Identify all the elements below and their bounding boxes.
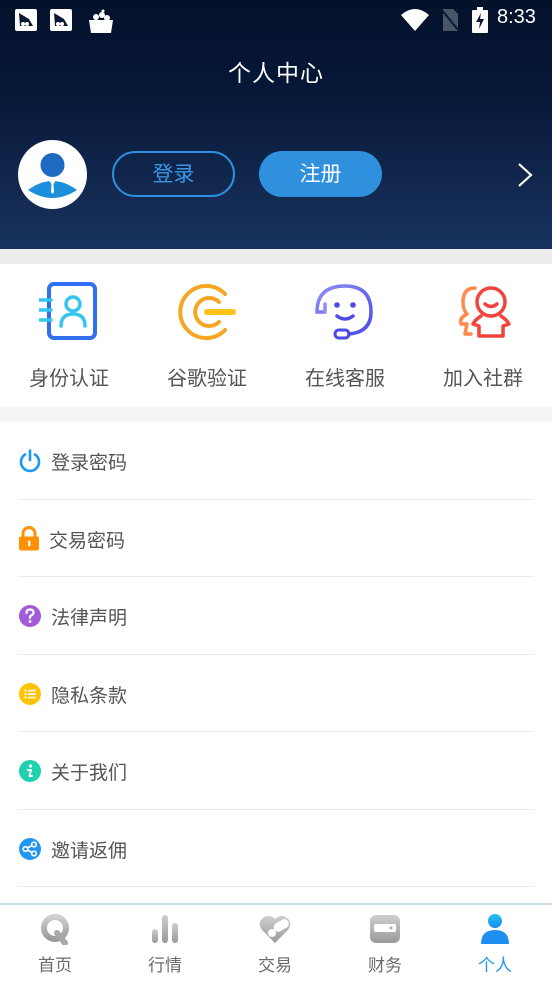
- tab-label: 财务: [368, 956, 402, 976]
- menu-item-label: 隐私条款: [51, 684, 128, 707]
- menu-item-label: 邀请返佣: [51, 839, 128, 862]
- quick-action-google-auth[interactable]: 谷歌验证: [138, 264, 276, 407]
- menu-item-label: 交易密码: [49, 529, 126, 552]
- tab-market[interactable]: 行情: [110, 905, 220, 981]
- section-divider: [0, 407, 552, 422]
- menu-item-privacy-terms[interactable]: 隐私条款: [18, 655, 534, 732]
- share-icon: [19, 837, 41, 860]
- quick-actions: 身份认证 谷歌验证 在线客服 加入社群: [0, 264, 552, 407]
- quick-action-community[interactable]: 加入社群: [414, 264, 552, 407]
- tab-label: 首页: [38, 956, 72, 976]
- menu-item-trade-password[interactable]: 交易密码: [18, 500, 534, 577]
- menu-item-label: 关于我们: [51, 762, 128, 784]
- quick-action-label: 在线客服: [305, 366, 385, 390]
- notification-basket-icon: [89, 9, 113, 33]
- header: 8:33 个人中心 登录 注册: [0, 0, 552, 249]
- section-divider: [0, 249, 552, 264]
- menu-item-label: 登录密码: [51, 452, 128, 474]
- notification-app-icon: [15, 9, 37, 31]
- chevron-right-icon[interactable]: [515, 161, 535, 189]
- tab-label: 个人: [478, 956, 512, 976]
- login-button[interactable]: 登录: [112, 151, 235, 197]
- chart-bars-icon: [152, 915, 178, 943]
- tab-label: 交易: [258, 956, 292, 976]
- menu-item-label: 法律声明: [51, 607, 128, 629]
- question-icon: [19, 605, 41, 627]
- notification-app-icon: [50, 9, 72, 31]
- tab-profile[interactable]: 个人: [440, 905, 550, 981]
- google-auth-icon: [178, 284, 236, 340]
- id-card-icon: [39, 282, 97, 340]
- menu-item-legal-notice[interactable]: 法律声明: [18, 577, 534, 655]
- tab-trade[interactable]: 交易: [220, 905, 330, 981]
- register-button[interactable]: 注册: [259, 151, 382, 197]
- menu-item-login-password[interactable]: 登录密码: [18, 422, 534, 500]
- bottom-tab-bar: 首页 行情 交易 财务 个人: [0, 903, 552, 981]
- home-q-icon: [41, 914, 69, 945]
- quick-action-label: 谷歌验证: [167, 366, 247, 390]
- info-icon: [19, 760, 41, 782]
- customer-service-icon: [315, 284, 373, 340]
- trade-pill-icon: [259, 915, 291, 943]
- quick-action-identity[interactable]: 身份认证: [0, 264, 138, 407]
- power-icon: [19, 449, 41, 473]
- clock: 8:33: [497, 6, 536, 28]
- no-sim-icon: [440, 8, 460, 32]
- user-avatar-icon: [28, 153, 77, 198]
- tab-home[interactable]: 首页: [0, 905, 110, 981]
- settings-menu: 登录密码 交易密码 法律声明 隐私条款 关于我们 邀请返佣: [0, 422, 552, 887]
- tab-label: 行情: [148, 956, 182, 976]
- quick-action-customer-service[interactable]: 在线客服: [276, 264, 414, 407]
- menu-item-invite-rebate[interactable]: 邀请返佣: [18, 810, 534, 887]
- lock-icon: [19, 525, 39, 550]
- battery-charging-icon: [472, 7, 488, 33]
- list-icon: [19, 682, 41, 705]
- page-title: 个人中心: [228, 61, 324, 87]
- community-icon: [458, 286, 511, 338]
- tab-finance[interactable]: 财务: [330, 905, 440, 981]
- menu-item-about-us[interactable]: 关于我们: [18, 732, 534, 810]
- quick-action-label: 加入社群: [443, 366, 523, 390]
- person-icon: [481, 914, 509, 944]
- quick-action-label: 身份认证: [29, 366, 109, 390]
- wifi-icon: [401, 9, 429, 31]
- status-bar: 8:33: [0, 0, 552, 40]
- avatar[interactable]: [18, 140, 87, 209]
- wallet-icon: [370, 915, 400, 943]
